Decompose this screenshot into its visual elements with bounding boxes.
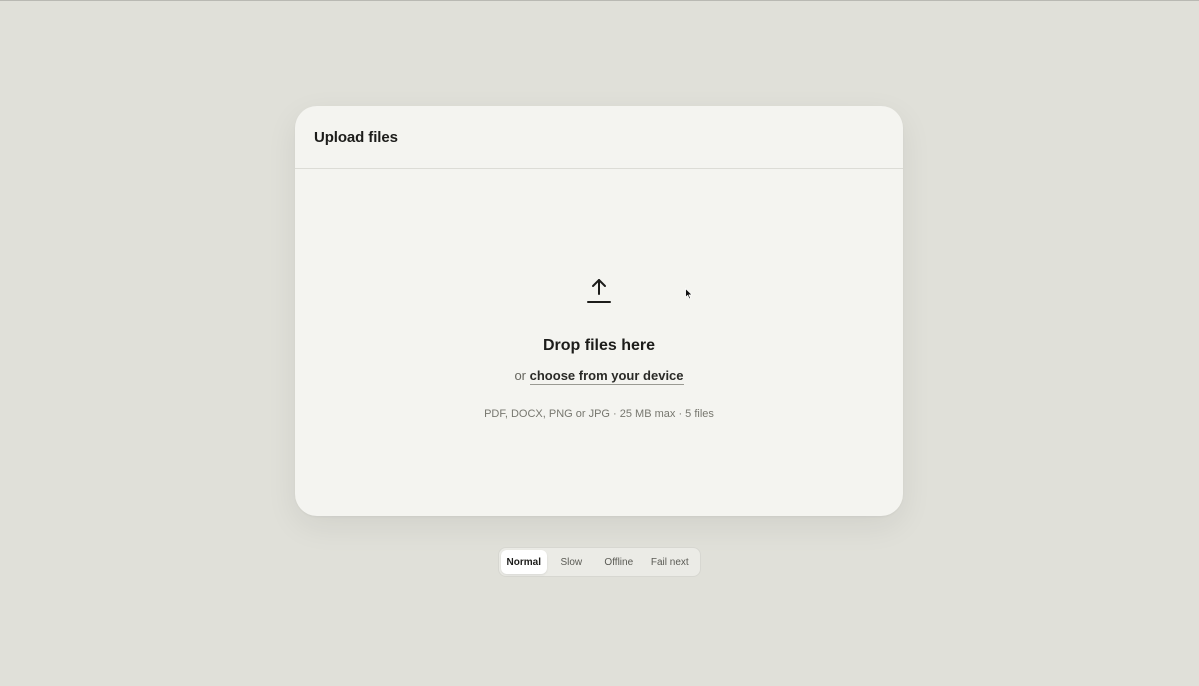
mode-option-normal[interactable]: Normal [501,550,547,574]
mode-option-offline[interactable]: Offline [596,550,642,574]
mode-option-slow[interactable]: Slow [547,550,597,574]
top-border [0,0,1199,1]
mode-option-fail-next[interactable]: Fail next [642,550,698,574]
file-dropzone[interactable]: Drop files here or choose from your devi… [295,169,903,516]
upload-card: Upload files Drop files here or choose f… [295,106,903,516]
drop-subtitle: or choose from your device [295,368,903,385]
upload-arrow-icon [587,279,611,303]
choose-from-device-link[interactable]: choose from your device [529,368,684,385]
mouse-pointer-icon [685,288,693,300]
card-title: Upload files [314,128,398,146]
drop-title: Drop files here [542,337,656,354]
or-text: or [514,368,527,383]
file-constraints-hint: PDF, DOCX, PNG or JPG · 25 MB max · 5 fi… [484,408,714,420]
network-mode-switch: Normal Slow Offline Fail next [498,547,701,577]
card-header: Upload files [295,106,903,169]
